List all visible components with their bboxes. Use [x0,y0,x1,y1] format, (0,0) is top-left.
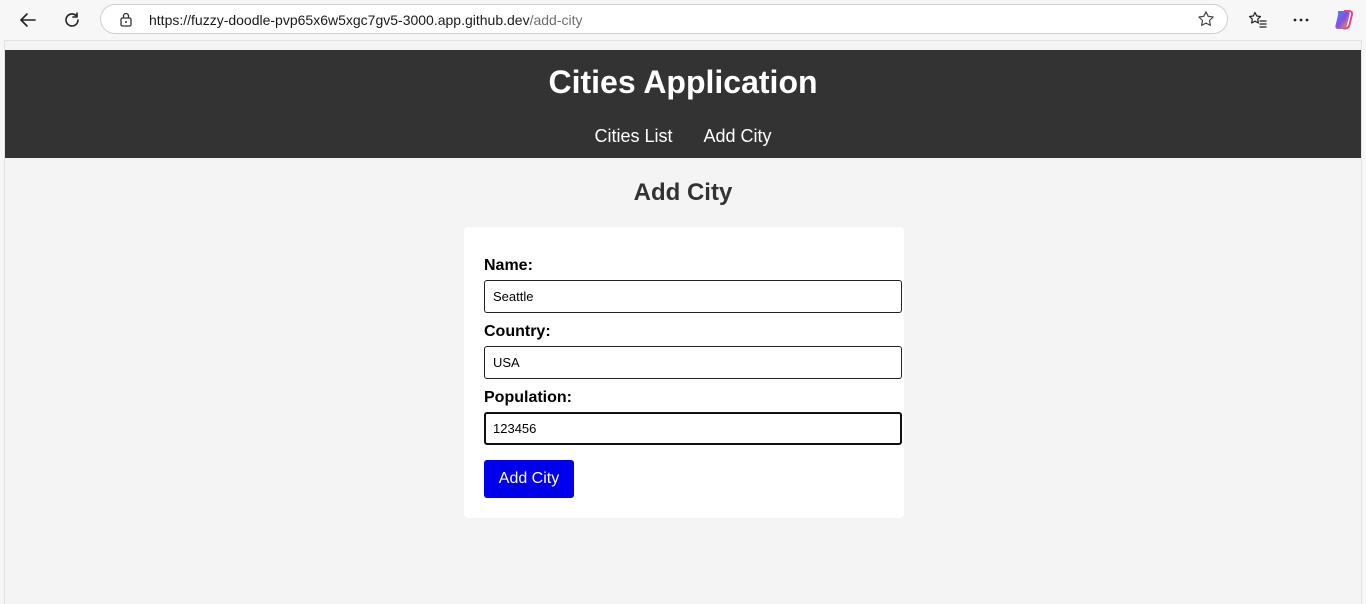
back-icon [20,13,36,27]
reload-button[interactable] [57,5,87,35]
copilot-icon [1335,10,1354,30]
page-viewport: Cities Application Cities List Add City … [4,40,1362,604]
name-input[interactable] [484,280,902,313]
nav-link-cities-list[interactable]: Cities List [594,126,672,146]
more-icon [1293,18,1309,22]
lock-icon[interactable] [119,11,133,32]
url-path: /add-city [529,12,583,28]
app-header: Cities Application Cities List Add City [5,50,1361,158]
url-text: https://fuzzy-doodle-pvp65x6w5xgc7gv5-30… [149,12,583,28]
star-icon[interactable] [1197,10,1215,33]
country-label: Country: [484,323,551,340]
population-input[interactable] [484,412,902,445]
add-city-form: Name: Country: Population: Add City [464,227,904,518]
back-button[interactable] [13,5,43,35]
more-button[interactable] [1286,5,1316,35]
nav-link-add-city[interactable]: Add City [704,126,772,146]
name-label: Name: [484,257,533,274]
reload-icon [65,12,79,27]
favorites-button[interactable] [1243,5,1273,35]
url-host: https://fuzzy-doodle-pvp65x6w5xgc7gv5-30… [149,12,530,28]
add-city-button[interactable]: Add City [484,460,574,498]
country-input[interactable] [484,346,902,379]
page-title: Add City [633,179,733,206]
address-bar[interactable]: https://fuzzy-doodle-pvp65x6w5xgc7gv5-30… [100,4,1228,34]
population-label: Population: [484,389,572,406]
favorites-icon [1248,11,1267,28]
app-title: Cities Application [548,64,818,100]
copilot-button[interactable] [1329,5,1359,35]
browser-toolbar: https://fuzzy-doodle-pvp65x6w5xgc7gv5-30… [0,0,1366,40]
app-nav: Cities List Add City [5,126,1361,147]
